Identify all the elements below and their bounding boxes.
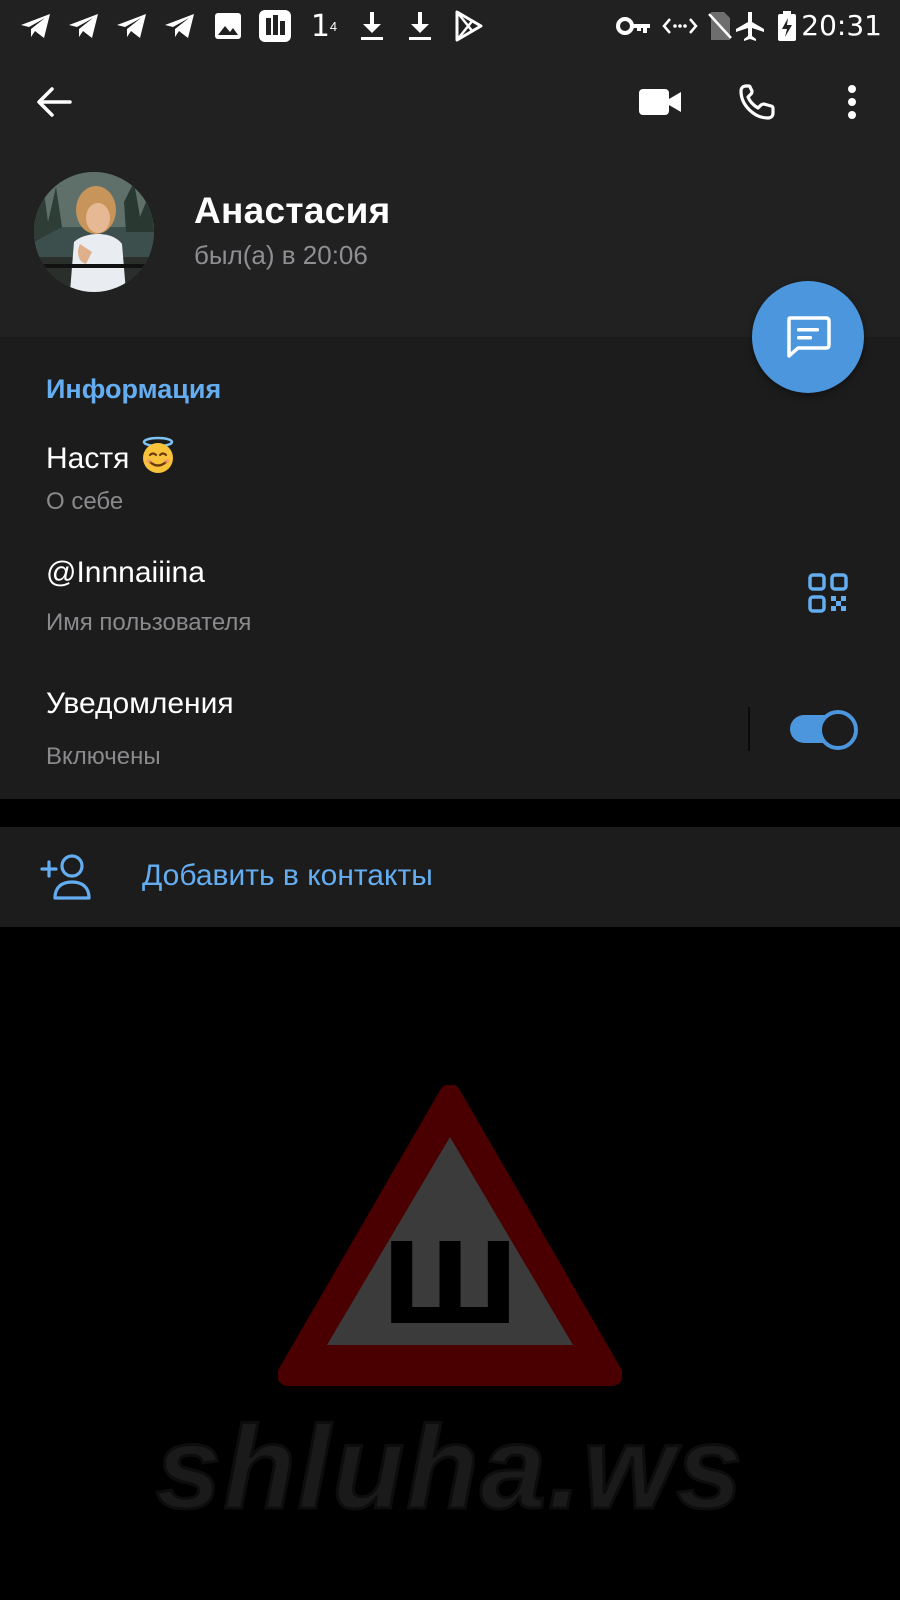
watermark-text: shluha.ws: [154, 1401, 745, 1536]
phone-icon: [739, 84, 775, 120]
telegram-icon: [114, 8, 150, 44]
arrow-left-icon: [37, 87, 72, 117]
download-icon: [354, 8, 390, 44]
more-options-button[interactable]: [822, 72, 882, 132]
warning-triangle-watermark: Ш: [278, 1085, 622, 1386]
avatar[interactable]: [34, 172, 154, 292]
notifications-state: Включены: [46, 743, 161, 770]
back-button[interactable]: [24, 72, 84, 132]
bio-row[interactable]: Настя: [46, 436, 177, 482]
send-message-button[interactable]: [752, 281, 864, 393]
play-store-icon: [451, 8, 487, 44]
profile-name: Анастасия: [194, 190, 391, 231]
username-label: Имя пользователя: [46, 609, 252, 636]
data-saver-icon: [660, 8, 700, 44]
image-icon: [210, 8, 246, 44]
add-contact-label: Добавить в контакты: [142, 859, 433, 892]
download-icon: [402, 8, 438, 44]
smiling-face-with-halo-icon: [139, 436, 177, 482]
more-vertical-icon: [848, 85, 856, 119]
message-icon: [787, 316, 831, 358]
screen: 14 20:31 Анастасия был(а) в 20:06 Информ…: [0, 0, 900, 1600]
add-contact-button[interactable]: Добавить в контакты: [0, 827, 900, 927]
telegram-icon: [162, 8, 198, 44]
bio-text: Настя: [46, 442, 130, 475]
video-call-button[interactable]: [630, 72, 690, 132]
status-time: 20:31: [801, 9, 882, 42]
telegram-icon: [66, 8, 102, 44]
toggle-knob: [818, 710, 858, 750]
vpn-key-icon: [614, 8, 654, 44]
profile-header: Анастасия был(а) в 20:06: [0, 52, 900, 337]
telegram-icon: [18, 8, 54, 44]
divider: [748, 707, 750, 751]
video-camera-icon: [639, 89, 681, 115]
last-seen-status: был(а) в 20:06: [194, 240, 368, 270]
sign-letter: Ш: [381, 1220, 519, 1350]
add-person-icon: [40, 854, 91, 900]
battery-charging-icon: [772, 8, 802, 44]
section-title-info: Информация: [46, 374, 222, 404]
notifications-toggle[interactable]: [790, 709, 858, 750]
notifications-row[interactable]: Уведомления: [46, 687, 234, 721]
qr-code-button[interactable]: [800, 565, 856, 621]
status-bar: 14 20:31: [0, 0, 900, 52]
airplane-mode-icon: [732, 8, 768, 44]
qr-code-icon: [808, 573, 848, 613]
bio-label: О себе: [46, 488, 124, 515]
temperature-value: 1: [310, 8, 330, 44]
temperature-superscript: 4: [329, 18, 338, 34]
app-icon: [257, 8, 293, 44]
info-section: Информация Настя О себе @Innnaiiina Имя …: [0, 337, 900, 799]
voice-call-button[interactable]: [727, 72, 787, 132]
username-value[interactable]: @Innnaiiina: [46, 556, 205, 590]
temperature-icon: 14: [306, 8, 342, 44]
